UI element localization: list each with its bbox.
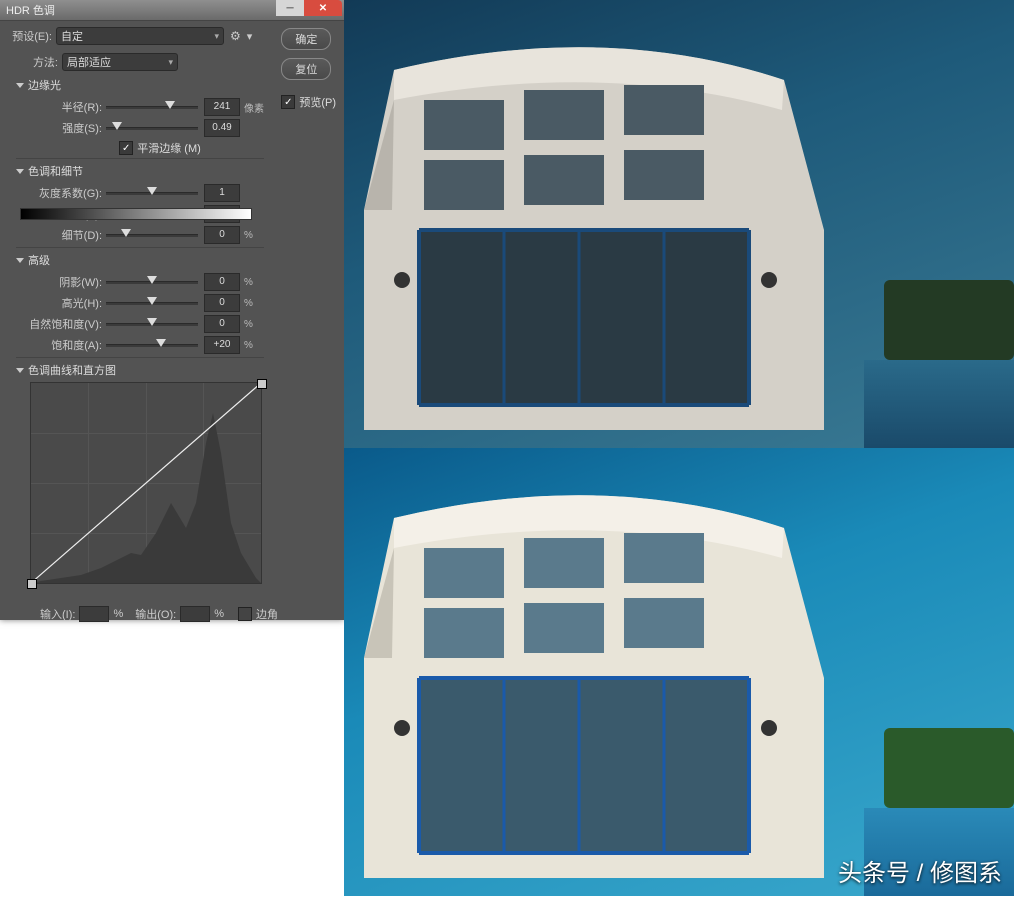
highlight-value[interactable]: 0 <box>204 294 240 312</box>
highlight-slider[interactable] <box>106 296 198 310</box>
preset-label: 预设(E): <box>6 28 52 44</box>
output-label: 输出(O): <box>135 606 176 622</box>
shadow-unit: % <box>244 277 253 288</box>
vibrance-value[interactable]: 0 <box>204 315 240 333</box>
highlight-label: 高光(H): <box>10 295 106 311</box>
radius-unit: 像素 <box>244 100 264 115</box>
building-illustration <box>364 30 844 430</box>
vibrance-label: 自然饱和度(V): <box>10 316 106 332</box>
input-value[interactable] <box>79 606 109 622</box>
section-label: 色调曲线和直方图 <box>28 362 116 378</box>
input-gradient <box>20 208 252 220</box>
section-label: 色调和细节 <box>28 163 83 179</box>
ok-button[interactable]: 确定 <box>281 28 331 50</box>
vibrance-slider[interactable] <box>106 317 198 331</box>
radius-label: 半径(R): <box>10 99 106 115</box>
preset-value: 自定 <box>61 28 83 44</box>
highlight-unit: % <box>244 298 253 309</box>
histogram-svg <box>31 383 261 583</box>
preview-checkbox-row[interactable]: ✓ 预览(P) <box>281 94 336 110</box>
pct-label: % <box>113 608 123 620</box>
shadow-slider[interactable] <box>106 275 198 289</box>
shadow-value[interactable]: 0 <box>204 273 240 291</box>
chevron-down-icon: ▾ <box>214 31 219 42</box>
saturation-unit: % <box>244 340 253 351</box>
section-advanced[interactable]: 高级 <box>16 252 270 268</box>
shadow-label: 阴影(W): <box>10 274 106 290</box>
chevron-down-icon: ▾ <box>168 57 173 68</box>
radius-value[interactable]: 241 <box>204 98 240 116</box>
curve-handle-highlight[interactable] <box>257 379 267 389</box>
strength-label: 强度(S): <box>10 120 106 136</box>
preview-label: 预览(P) <box>299 94 336 110</box>
section-label: 高级 <box>28 252 50 268</box>
pct-label: % <box>214 608 224 620</box>
gamma-value[interactable]: 1 <box>204 184 240 202</box>
preview-area: 头条号 / 修图系 <box>344 0 1014 897</box>
gamma-slider[interactable] <box>106 186 198 200</box>
method-label: 方法: <box>24 54 58 70</box>
section-edge-glow[interactable]: 边缘光 <box>16 77 270 93</box>
preview-before <box>344 0 1014 448</box>
detail-unit: % <box>244 230 253 241</box>
disclosure-triangle-icon <box>16 83 24 88</box>
curve-histogram[interactable] <box>30 382 262 584</box>
smooth-edges-label: 平滑边缘 (M) <box>137 140 201 156</box>
disclosure-triangle-icon <box>16 169 24 174</box>
section-label: 边缘光 <box>28 77 61 93</box>
section-tone-detail[interactable]: 色调和细节 <box>16 163 270 179</box>
corner-label: 边角 <box>256 606 278 622</box>
detail-slider[interactable] <box>106 228 198 242</box>
gear-icon[interactable]: ⚙ <box>230 29 241 43</box>
gamma-label: 灰度系数(G): <box>10 185 106 201</box>
curve-handle-shadow[interactable] <box>27 579 37 589</box>
smooth-edges-checkbox[interactable]: ✓ <box>119 141 133 155</box>
corner-checkbox[interactable] <box>238 607 252 621</box>
vibrance-unit: % <box>244 319 253 330</box>
building-illustration <box>364 478 844 878</box>
close-button[interactable]: ✕ <box>304 0 342 16</box>
hdr-toning-panel: HDR 色调 ─ ✕ 预设(E): 自定 ▾ ⚙ ▾ 确定 复位 ✓ 预览(P)… <box>0 0 344 620</box>
method-select[interactable]: 局部适应 ▾ <box>62 53 178 71</box>
reset-button[interactable]: 复位 <box>281 58 331 80</box>
radius-slider[interactable] <box>106 100 198 114</box>
preview-after: 头条号 / 修图系 <box>344 448 1014 896</box>
window-titlebar[interactable]: HDR 色调 ─ ✕ <box>0 0 344 21</box>
strength-slider[interactable] <box>106 121 198 135</box>
section-curve[interactable]: 色调曲线和直方图 <box>16 362 270 378</box>
smooth-edges-row[interactable]: ✓ 平滑边缘 (M) <box>50 140 270 156</box>
disclosure-triangle-icon <box>16 368 24 373</box>
window-title: HDR 色调 <box>0 2 55 18</box>
saturation-label: 饱和度(A): <box>10 337 106 353</box>
saturation-slider[interactable] <box>106 338 198 352</box>
disclosure-triangle-icon <box>16 258 24 263</box>
strength-value[interactable]: 0.49 <box>204 119 240 137</box>
preset-menu-icon[interactable]: ▾ <box>247 30 253 43</box>
preset-select[interactable]: 自定 ▾ <box>56 27 224 45</box>
minimize-button[interactable]: ─ <box>276 0 304 16</box>
detail-value[interactable]: 0 <box>204 226 240 244</box>
watermark-text: 头条号 / 修图系 <box>838 853 1002 888</box>
preview-checkbox[interactable]: ✓ <box>281 95 295 109</box>
method-value: 局部适应 <box>67 54 111 70</box>
input-label: 输入(I): <box>40 606 75 622</box>
saturation-value[interactable]: +20 <box>204 336 240 354</box>
detail-label: 细节(D): <box>10 227 106 243</box>
output-value[interactable] <box>180 606 210 622</box>
